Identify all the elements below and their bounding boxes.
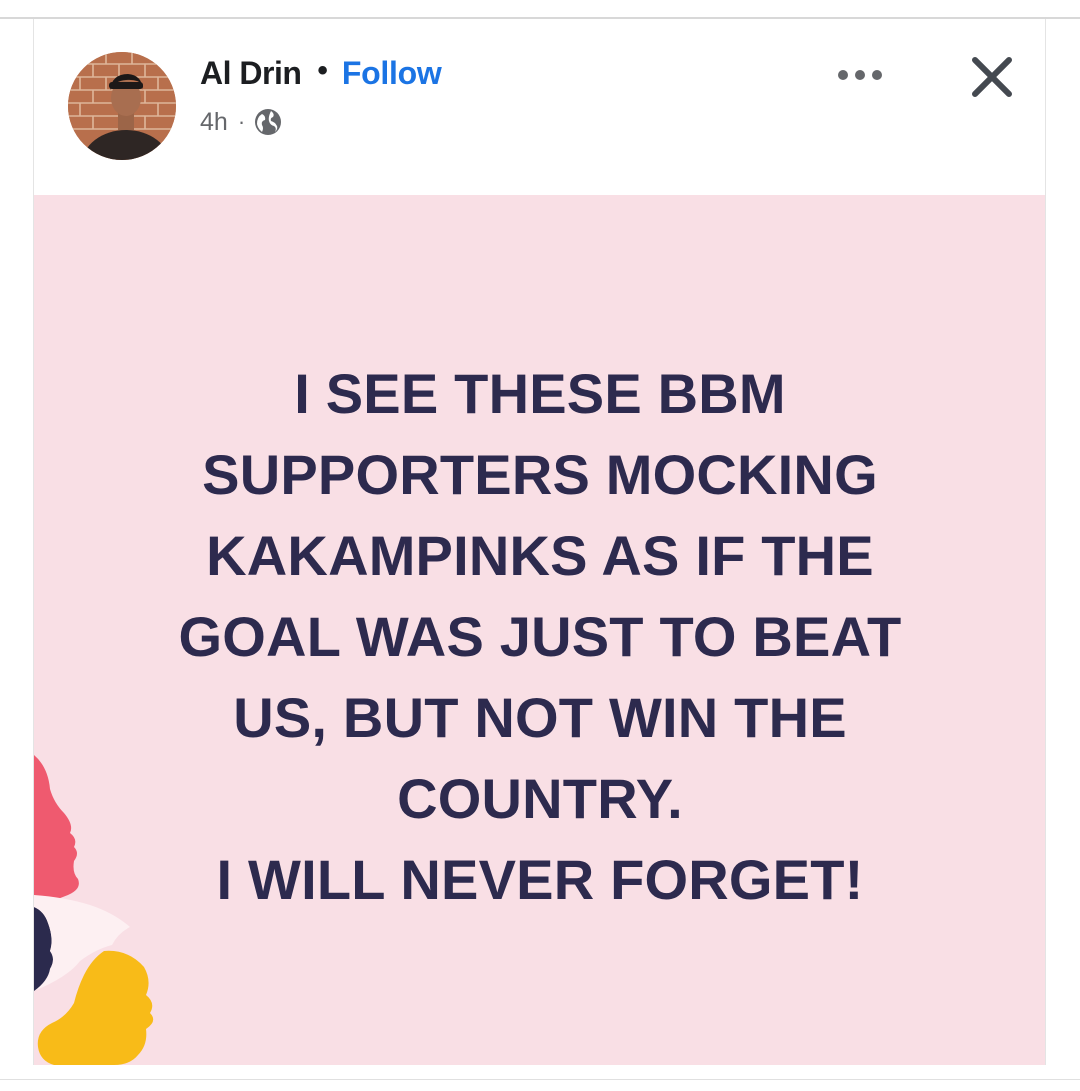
follow-button[interactable]: Follow [342, 55, 442, 92]
meta-separator: · [237, 109, 246, 134]
name-separator: • [317, 54, 328, 87]
more-options-icon [838, 70, 882, 80]
close-icon [972, 57, 1012, 97]
author-name-row: Al Drin • Follow [200, 51, 442, 95]
close-button[interactable] [964, 49, 1020, 105]
post-background: I SEE THESE BBM SUPPORTERS MOCKING KAKAM… [34, 195, 1045, 1065]
bottom-divider [0, 1079, 1080, 1080]
screenshot-frame: Al Drin • Follow 4h · I SEE THESE BBM SU… [0, 0, 1080, 1091]
post-timestamp[interactable]: 4h [200, 108, 228, 137]
avatar-photo [68, 52, 176, 160]
silhouette-decoration [34, 755, 154, 1065]
author-name[interactable]: Al Drin [200, 55, 302, 92]
more-options-button[interactable] [830, 57, 890, 93]
post-card: Al Drin • Follow 4h · I SEE THESE BBM SU… [33, 19, 1046, 1065]
post-header: Al Drin • Follow 4h · [34, 19, 1045, 195]
post-meta: 4h · [200, 105, 283, 139]
author-avatar[interactable] [68, 52, 176, 160]
post-body-text: I SEE THESE BBM SUPPORTERS MOCKING KAKAM… [178, 362, 902, 911]
globe-icon [253, 107, 283, 137]
